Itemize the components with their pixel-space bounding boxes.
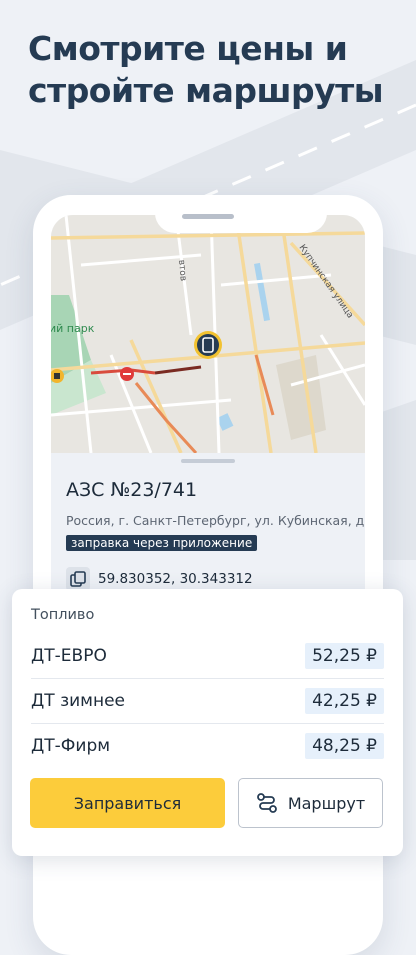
fuel-name: ДТ зимнее — [31, 691, 126, 711]
headline-line-2: стройте маршруты — [28, 71, 384, 110]
fuel-price: 48,25 ₽ — [305, 733, 384, 759]
fuel-item[interactable]: ДТ-Фирм 48,25 ₽ — [31, 723, 384, 768]
coordinates-value: 59.830352, 30.343312 — [98, 571, 253, 587]
headline: Смотрите цены и стройте маршруты — [28, 28, 398, 112]
phone-marker-icon[interactable] — [194, 331, 222, 359]
fuel-price: 42,25 ₽ — [305, 688, 384, 714]
headline-line-1: Смотрите цены и — [28, 29, 348, 68]
fuel-name: ДТ-ЕВРО — [31, 646, 107, 666]
refuel-button[interactable]: Заправиться — [30, 778, 225, 828]
map-label-park: ий парк — [51, 322, 95, 335]
phone-speaker — [182, 214, 234, 219]
station-title: АЗС №23/741 — [66, 479, 198, 501]
route-button[interactable]: Маршрут — [238, 778, 383, 828]
fuel-panel: Топливо ДТ-ЕВРО 52,25 ₽ ДТ зимнее 42,25 … — [12, 589, 403, 856]
fuel-item[interactable]: ДТ зимнее 42,25 ₽ — [31, 678, 384, 723]
route-icon — [256, 793, 277, 813]
fuel-item[interactable]: ДТ-ЕВРО 52,25 ₽ — [31, 634, 384, 678]
fuel-name: ДТ-Фирм — [31, 736, 111, 756]
map-view[interactable]: ий парк втов Купчинская улица — [51, 215, 365, 453]
station-address: Россия, г. Санкт-Петербург, ул. Кубинска… — [66, 513, 365, 528]
copy-icon[interactable] — [66, 567, 90, 591]
map-label-street-top: втов — [176, 259, 188, 281]
coordinates-row: 59.830352, 30.343312 — [66, 567, 253, 591]
no-entry-sign-icon — [120, 367, 134, 381]
fuel-panel-title: Топливо — [31, 607, 95, 623]
drag-handle[interactable] — [181, 459, 235, 463]
phone-notch — [155, 195, 327, 233]
app-refuel-badge: заправка через приложение — [66, 535, 258, 551]
fuel-price: 52,25 ₽ — [305, 643, 384, 669]
route-button-label: Маршрут — [287, 793, 366, 813]
